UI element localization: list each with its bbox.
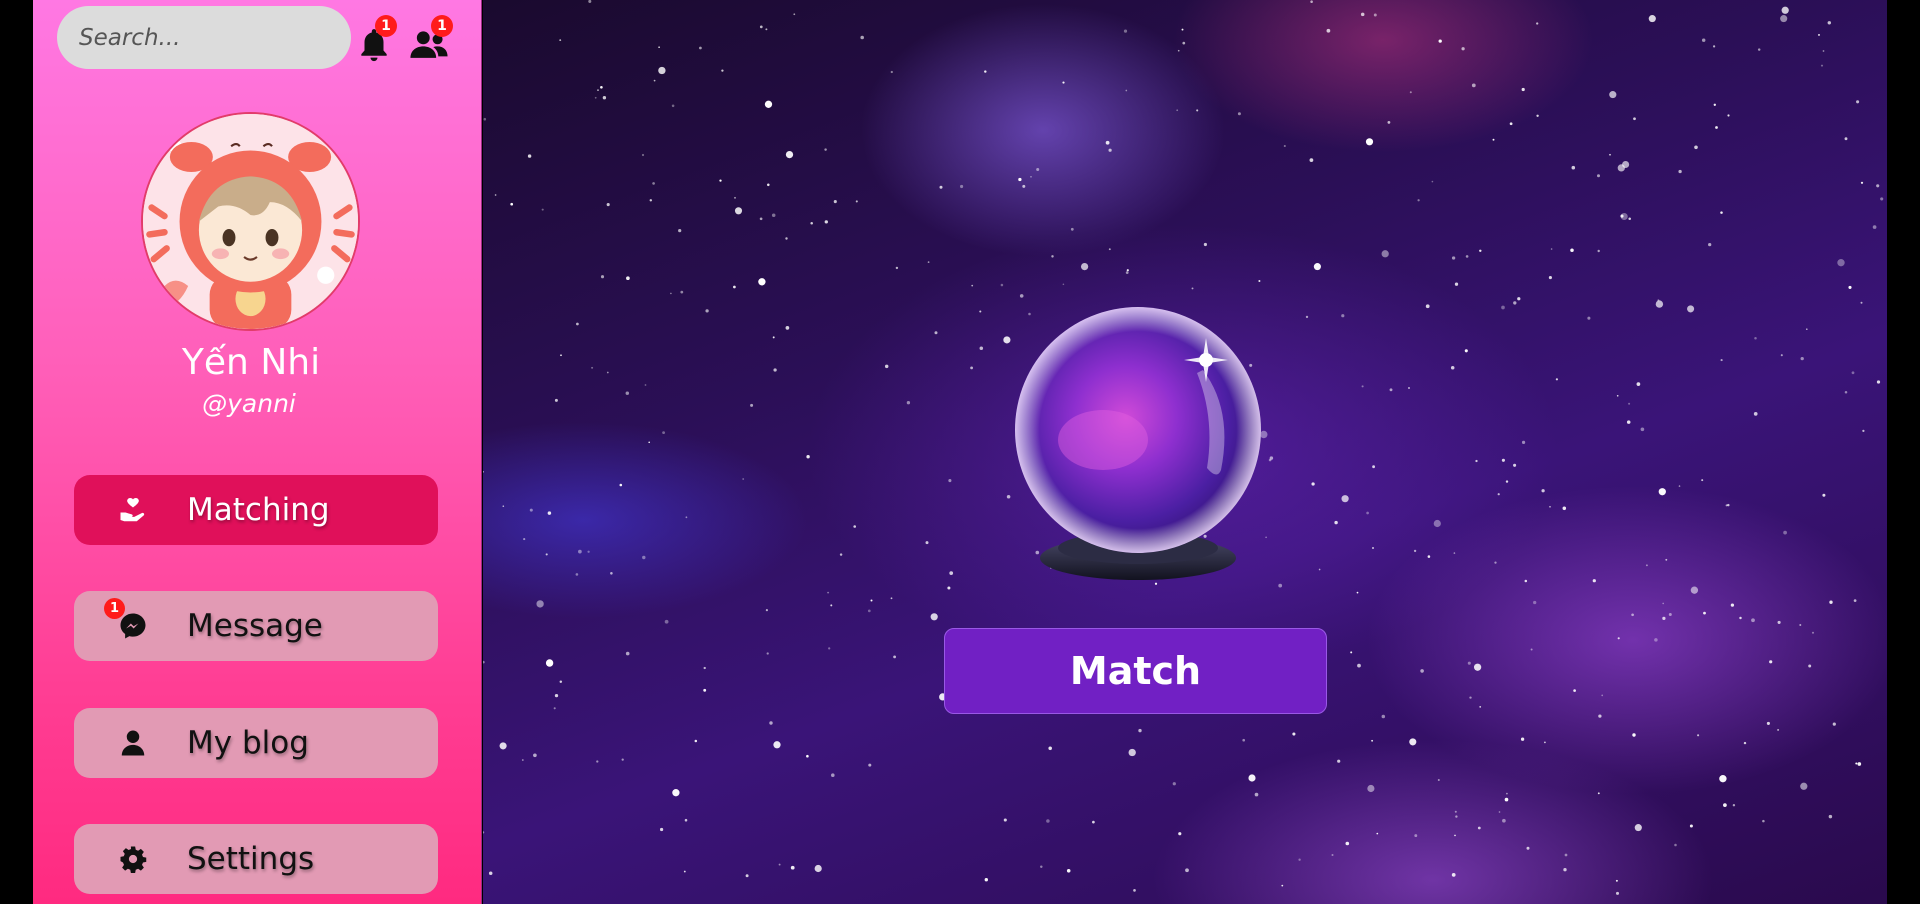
window-edge xyxy=(1887,0,1920,904)
nav-message-label: Message xyxy=(187,608,323,644)
search-bar xyxy=(57,6,392,69)
crystal-ball-image xyxy=(1008,300,1268,595)
gear-icon xyxy=(118,844,148,874)
search-input[interactable] xyxy=(79,24,369,51)
nav-matching-label: Matching xyxy=(187,492,330,528)
message-badge: 1 xyxy=(104,598,125,619)
app-page: 1 1 xyxy=(0,0,1920,904)
nav-settings[interactable]: Settings xyxy=(74,824,438,894)
hand-heart-icon xyxy=(118,495,148,525)
profile-handle: @yanni xyxy=(202,389,296,418)
nav-message[interactable]: Message xyxy=(74,591,438,661)
nav-blog-label: My blog xyxy=(187,725,309,761)
avatar[interactable] xyxy=(141,112,360,331)
friend-request-badge: 1 xyxy=(431,15,453,37)
user-icon xyxy=(118,728,148,758)
nav-settings-label: Settings xyxy=(187,841,315,877)
messenger-icon xyxy=(118,611,148,641)
profile-name: Yến Nhi xyxy=(181,342,321,383)
sidebar: 1 1 xyxy=(33,0,482,904)
match-button[interactable]: Match xyxy=(944,628,1327,714)
nav-matching[interactable]: Matching xyxy=(74,475,438,545)
matching-area: Match xyxy=(483,0,1887,904)
notification-badge: 1 xyxy=(375,15,397,37)
nav-my-blog[interactable]: My blog xyxy=(74,708,438,778)
